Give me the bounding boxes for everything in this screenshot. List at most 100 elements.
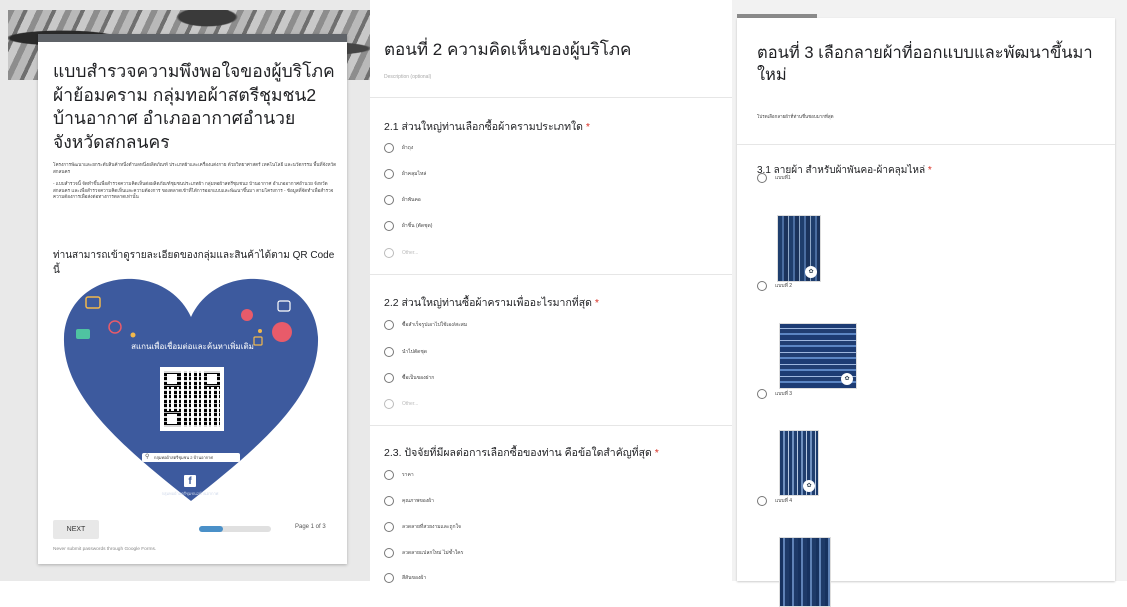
radio-option[interactable]: ราคา <box>384 469 414 481</box>
required-marker: * <box>585 121 590 133</box>
brand-logo-icon: ✿ <box>841 373 853 385</box>
heart-search-bar: ⚲ กลุ่มทอผ้าสตรีชุมชน 2 บ้านอากาศ <box>142 453 240 462</box>
brand-logo-icon: ✿ <box>805 266 817 278</box>
form-page-3-panel: ตอนที่ 3 เลือกลายผ้าที่ออกแบบและพัฒนาขึ้… <box>732 0 1127 607</box>
form-description-line: - แบบสำรวจนี้ จัดทำขึ้นเพื่อสำรวจความคิด… <box>53 181 334 199</box>
radio-button[interactable] <box>757 389 767 399</box>
option-label: ซื้อเป็นของฝาก <box>402 375 435 381</box>
other-option-input[interactable]: Other... <box>402 250 418 256</box>
question-text: 2.2 ส่วนใหญ่ท่านซื้อผ้าครามเพื่ออะไรมากท… <box>384 297 592 309</box>
radio-button[interactable] <box>384 399 394 409</box>
brand-logo-icon: ✿ <box>803 480 815 492</box>
required-marker: * <box>594 297 599 309</box>
divider <box>370 97 732 98</box>
radio-option-other[interactable]: Other... <box>384 398 418 410</box>
radio-option[interactable]: ลวดลายที่สวยงามและถูกใจ <box>384 521 461 533</box>
fabric-pattern-image: ✿ <box>779 323 857 389</box>
radio-option[interactable]: ผ้าถุง <box>384 142 413 154</box>
divider <box>737 144 1115 145</box>
question-2-3-title: 2.3. ปัจจัยที่มีผลต่อการเลือกซื้อของท่าน… <box>384 444 659 461</box>
search-icon: ⚲ <box>145 454 150 460</box>
option-label: ราคา <box>402 472 414 478</box>
progress-bar-fill <box>199 526 223 532</box>
section-title: ตอนที่ 2 ความคิดเห็นของผู้บริโภค <box>384 40 632 59</box>
option-label: ลวดลายแปลกใหม่ ไม่ซ้ำใคร <box>402 550 464 556</box>
progress-bar <box>199 526 271 532</box>
radio-button[interactable] <box>384 320 394 330</box>
option-label: แบบที่ 4 <box>775 498 793 504</box>
form-card: แบบสำรวจความพึงพอใจของผู้บริโภคผ้าย้อมคร… <box>38 34 347 564</box>
other-option-input[interactable]: Other... <box>402 401 418 407</box>
radio-button[interactable] <box>384 195 394 205</box>
divider <box>370 274 732 275</box>
option-label: ลวดลายที่สวยงามและถูกใจ <box>402 524 461 530</box>
option-label: ผ้าพันคอ <box>402 197 421 203</box>
radio-option[interactable]: แบบที่ 2 <box>757 280 792 292</box>
form-page-2-panel: ตอนที่ 2 ความคิดเห็นของผู้บริโภค Descrip… <box>370 0 732 584</box>
option-label: แบบที่ 2 <box>775 283 793 289</box>
radio-option[interactable]: แบบที่ 4 <box>757 495 792 507</box>
page-indicator: Page 1 of 3 <box>295 524 326 530</box>
radio-button[interactable] <box>384 470 394 480</box>
radio-option-other[interactable]: Other... <box>384 247 418 259</box>
question-text: 2.3. ปัจจัยที่มีผลต่อการเลือกซื้อของท่าน… <box>384 447 652 459</box>
radio-button[interactable] <box>384 522 394 532</box>
heart-footer-text: กลุ่มทอผ้าสตรีชุมชน2บ้านอากาศ <box>161 491 219 496</box>
radio-option[interactable]: สีสันของผ้า <box>384 572 426 584</box>
qr-section-heading: ท่านสามารถเข้าดูรายละเอียดของกลุ่มและสิน… <box>53 250 335 276</box>
option-label: ผ้าคลุมไหล่ <box>402 171 427 177</box>
radio-option[interactable]: ซื้อเป็นของฝาก <box>384 372 434 384</box>
option-label: ซื้อสำเร็จรูปเอาไปใช้เอง/สะสม <box>402 322 468 328</box>
radio-button[interactable] <box>757 281 767 291</box>
radio-option[interactable]: ผ้าพันคอ <box>384 194 421 206</box>
radio-button[interactable] <box>757 173 767 183</box>
divider <box>370 425 732 426</box>
option-label: แบบที่ 3 <box>775 391 793 397</box>
option-label: แบบที่1 <box>775 175 791 181</box>
radio-option[interactable]: ผ้าคลุมไหล่ <box>384 168 426 180</box>
radio-button[interactable] <box>384 347 394 357</box>
radio-option[interactable]: ผ้าชิ้น (ตัดชุด) <box>384 220 432 232</box>
section-card: ตอนที่ 3 เลือกลายผ้าที่ออกแบบและพัฒนาขึ้… <box>737 18 1115 607</box>
radio-option[interactable]: นำไปตัดชุด <box>384 346 427 358</box>
radio-button[interactable] <box>384 548 394 558</box>
option-label: ผ้าชิ้น (ตัดชุด) <box>402 223 433 229</box>
radio-option[interactable]: ซื้อสำเร็จรูปเอาไปใช้เอง/สะสม <box>384 319 467 331</box>
section-description: Description (optional) <box>384 74 432 80</box>
fabric-pattern-image: ✿ <box>777 215 821 282</box>
qr-heart-image: สแกนเพื่อเชื่อมต่อและค้นหาเพิ่มเติม ⚲ กล… <box>60 275 322 503</box>
fabric-pattern-image: ✿ <box>779 430 819 496</box>
radio-button[interactable] <box>384 573 394 583</box>
question-2-1-title: 2.1 ส่วนใหญ่ท่านเลือกซื้อผ้าครามประเภทใด… <box>384 118 590 135</box>
radio-button[interactable] <box>384 373 394 383</box>
heart-search-text: กลุ่มทอผ้าสตรีชุมชน 2 บ้านอากาศ <box>154 455 213 460</box>
heart-caption: สแกนเพื่อเชื่อมต่อและค้นหาเพิ่มเติม <box>131 342 254 351</box>
radio-option[interactable]: ลวดลายแปลกใหม่ ไม่ซ้ำใคร <box>384 547 463 559</box>
form-description-line: โครงการพัฒนาและยกระดับสินค้าหนึ่งตำบลหนึ… <box>53 162 337 174</box>
radio-button[interactable] <box>384 143 394 153</box>
radio-option[interactable]: คุณภาพของผ้า <box>384 495 434 507</box>
radio-button[interactable] <box>384 221 394 231</box>
section-description: โปรดเลือกลายผ้าที่ท่านชื่นชอบมากที่สุด <box>757 114 834 119</box>
form-page-1-panel: แบบสำรวจความพึงพอใจของผู้บริโภคผ้าย้อมคร… <box>0 0 370 581</box>
password-warning: Never submit passwords through Google Fo… <box>53 547 157 552</box>
radio-button[interactable] <box>757 496 767 506</box>
form-title: แบบสำรวจความพึงพอใจของผู้บริโภคผ้าย้อมคร… <box>53 61 335 152</box>
chat-bubble-icon <box>272 322 292 342</box>
option-label: ผ้าถุง <box>402 145 414 151</box>
radio-option[interactable]: แบบที่1 <box>757 172 791 184</box>
radio-option[interactable]: แบบที่ 3 <box>757 388 792 400</box>
required-marker: * <box>927 165 932 176</box>
chat-bubble-icon <box>76 329 90 339</box>
heart-bubble-icon <box>241 309 253 321</box>
next-button[interactable]: NEXT <box>53 520 99 539</box>
fabric-pattern-image <box>779 537 831 607</box>
section-title: ตอนที่ 3 เลือกลายผ้าที่ออกแบบและพัฒนาขึ้… <box>757 44 1093 84</box>
form-description: โครงการพัฒนาและยกระดับสินค้าหนึ่งตำบลหนึ… <box>53 162 338 207</box>
radio-button[interactable] <box>384 496 394 506</box>
radio-button[interactable] <box>384 248 394 258</box>
question-text: 2.1 ส่วนใหญ่ท่านเลือกซื้อผ้าครามประเภทใด <box>384 121 583 133</box>
radio-button[interactable] <box>384 169 394 179</box>
option-label: นำไปตัดชุด <box>402 349 428 355</box>
option-label: คุณภาพของผ้า <box>402 498 434 504</box>
